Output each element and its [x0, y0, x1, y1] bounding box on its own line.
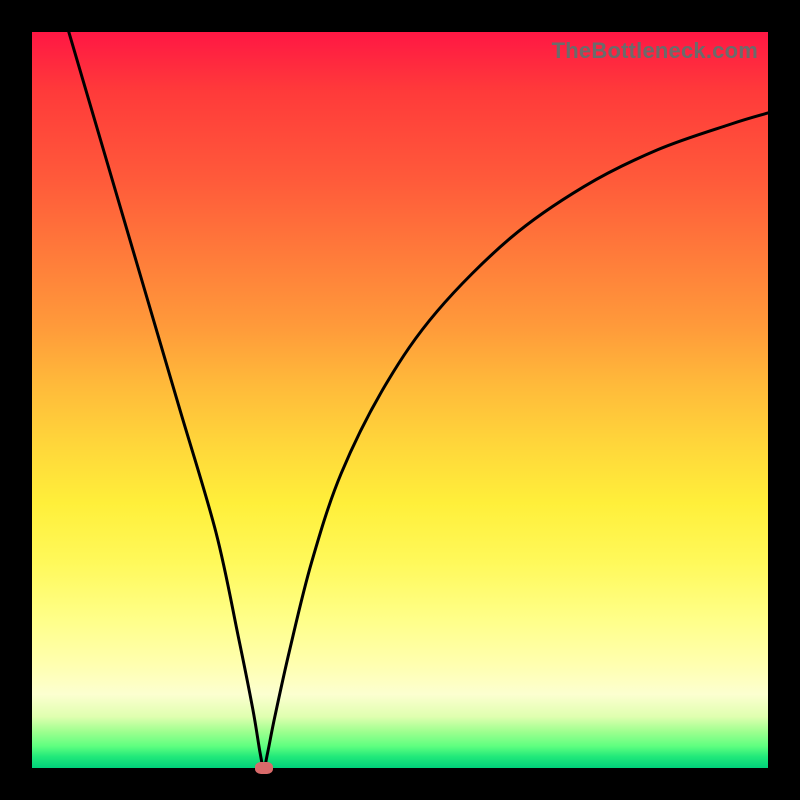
- plot-area: TheBottleneck.com: [32, 32, 768, 768]
- curve-svg: [32, 32, 768, 768]
- bottleneck-curve: [69, 32, 768, 768]
- chart-frame: TheBottleneck.com: [0, 0, 800, 800]
- optimum-marker: [255, 762, 273, 774]
